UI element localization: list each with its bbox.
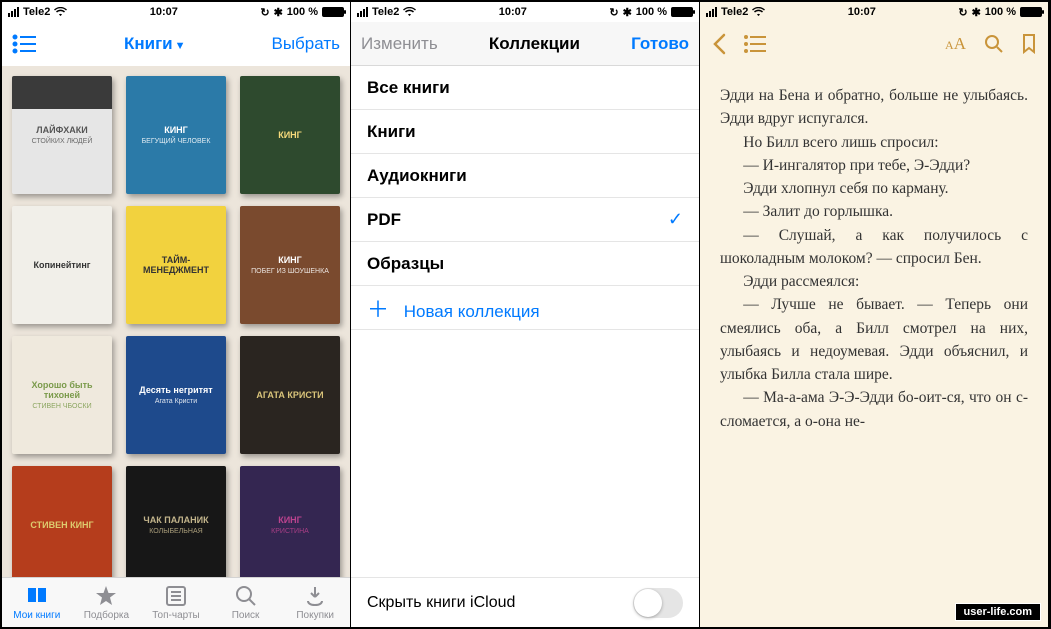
- collections-navbar: Изменить Коллекции Готово: [351, 22, 699, 66]
- wifi-icon: [403, 7, 416, 17]
- done-button[interactable]: Готово: [631, 34, 689, 54]
- reader-line: — Слушай, а как получилось с шоколадным …: [720, 224, 1028, 271]
- tab-Мои книги[interactable]: Мои книги: [2, 578, 72, 627]
- hide-icloud-switch[interactable]: [633, 588, 683, 618]
- wifi-icon: [752, 7, 765, 17]
- battery-pct: 100 %: [287, 6, 318, 18]
- reader-line: — И-ингалятор при тебе, Э-Эдди?: [720, 154, 1028, 177]
- books-dropdown[interactable]: Книги▼: [124, 34, 186, 54]
- book-cover[interactable]: ТАЙМ-МЕНЕДЖМЕНТ: [126, 206, 226, 324]
- reader-line: Эдди рассмеялся:: [720, 270, 1028, 293]
- contents-icon[interactable]: [744, 35, 768, 53]
- tab-Поиск[interactable]: Поиск: [211, 578, 281, 627]
- book-cover[interactable]: СТИВЕН КИНГ: [12, 466, 112, 577]
- collection-row[interactable]: Книги: [351, 110, 699, 154]
- back-icon[interactable]: [712, 33, 726, 55]
- book-cover[interactable]: Десять негритятАгата Кристи: [126, 336, 226, 454]
- reader-line: Эдди на Бена и обратно, больше не улыбая…: [720, 84, 1028, 131]
- book-cover[interactable]: Хорошо быть тихонейСТИВЕН ЧБОСКИ: [12, 336, 112, 454]
- tab-bar: Мои книгиПодборкаТоп-чартыПоискПокупки: [2, 577, 350, 627]
- wifi-icon: [54, 7, 67, 17]
- time-label: 10:07: [150, 6, 178, 18]
- carrier-label: Tele2: [721, 6, 748, 18]
- book-cover[interactable]: КИНГ: [240, 76, 340, 194]
- tab-Покупки[interactable]: Покупки: [280, 578, 350, 627]
- time-label: 10:07: [499, 6, 527, 18]
- reader-line: — Залит до горлышка.: [720, 200, 1028, 223]
- screen-library: Tele2 10:07 ↻ ✱ 100 % Книги▼ Выбрать ЛАЙ…: [2, 2, 351, 627]
- status-bar: Tele2 10:07 ↻✱100 %: [700, 2, 1048, 22]
- carrier-label: Tele2: [372, 6, 399, 18]
- library-grid: ЛАЙФХАКИСТОЙКИХ ЛЮДЕЙКИНГБЕГУЩИЙ ЧЕЛОВЕК…: [2, 66, 350, 577]
- watermark: user-life.com: [955, 603, 1041, 621]
- book-cover[interactable]: КИНГБЕГУЩИЙ ЧЕЛОВЕК: [126, 76, 226, 194]
- carrier-label: Tele2: [23, 6, 50, 18]
- signal-bars-icon: [706, 7, 717, 17]
- reader-line: — Лучше не бывает. — Теперь они смеялись…: [720, 293, 1028, 386]
- screen-collections: Tele2 10:07 ↻✱100 % Изменить Коллекции Г…: [351, 2, 700, 627]
- sync-icon: ↻: [260, 6, 269, 19]
- reader-line: Но Билл всего лишь спросил:: [720, 131, 1028, 154]
- collections-title: Коллекции: [489, 34, 580, 54]
- battery-icon: [322, 7, 344, 17]
- collection-row[interactable]: Все книги: [351, 66, 699, 110]
- list-icon[interactable]: [12, 34, 38, 54]
- book-cover[interactable]: КИНГПОБЕГ ИЗ ШОУШЕНКА: [240, 206, 340, 324]
- book-cover[interactable]: ЧАК ПАЛАНИККОЛЫБЕЛЬНАЯ: [126, 466, 226, 577]
- reader-line: — Ма-а-ама Э-Э-Эдди бо-оит-ся, что он с-…: [720, 386, 1028, 433]
- signal-bars-icon: [357, 7, 368, 17]
- reader-page[interactable]: Эдди на Бена и обратно, больше не улыбая…: [700, 66, 1048, 627]
- screen-reader: Tele2 10:07 ↻✱100 % AA Эдди на Бена и об…: [700, 2, 1049, 627]
- font-icon[interactable]: AA: [945, 34, 966, 54]
- hide-icloud-label: Скрыть книги iCloud: [367, 594, 515, 612]
- reader-line: Эдди хлопнул себя по карману.: [720, 177, 1028, 200]
- book-cover[interactable]: КИНГКРИСТИНА: [240, 466, 340, 577]
- tab-Подборка[interactable]: Подборка: [72, 578, 142, 627]
- library-navbar: Книги▼ Выбрать: [2, 22, 350, 66]
- collection-row[interactable]: Аудиокниги: [351, 154, 699, 198]
- tab-Топ-чарты[interactable]: Топ-чарты: [141, 578, 211, 627]
- status-bar: Tele2 10:07 ↻ ✱ 100 %: [2, 2, 350, 22]
- collections-list: Все книгиКнигиАудиокнигиPDF✓Образцы＋ Нов…: [351, 66, 699, 627]
- book-cover[interactable]: Копинейтинг: [12, 206, 112, 324]
- bluetooth-icon: ✱: [274, 6, 283, 19]
- book-cover[interactable]: АГАТА КРИСТИ: [240, 336, 340, 454]
- new-collection-row[interactable]: ＋ Новая коллекция: [351, 286, 699, 330]
- edit-button[interactable]: Изменить: [361, 34, 438, 54]
- search-icon[interactable]: [984, 34, 1004, 54]
- hide-icloud-row: Скрыть книги iCloud: [351, 577, 699, 627]
- time-label: 10:07: [848, 6, 876, 18]
- book-cover[interactable]: ЛАЙФХАКИСТОЙКИХ ЛЮДЕЙ: [12, 76, 112, 194]
- collection-row[interactable]: PDF✓: [351, 198, 699, 242]
- collection-row[interactable]: Образцы: [351, 242, 699, 286]
- signal-bars-icon: [8, 7, 19, 17]
- select-button[interactable]: Выбрать: [272, 34, 340, 54]
- reader-toolbar: AA: [700, 22, 1048, 66]
- status-bar: Tele2 10:07 ↻✱100 %: [351, 2, 699, 22]
- bookmark-icon[interactable]: [1022, 34, 1036, 54]
